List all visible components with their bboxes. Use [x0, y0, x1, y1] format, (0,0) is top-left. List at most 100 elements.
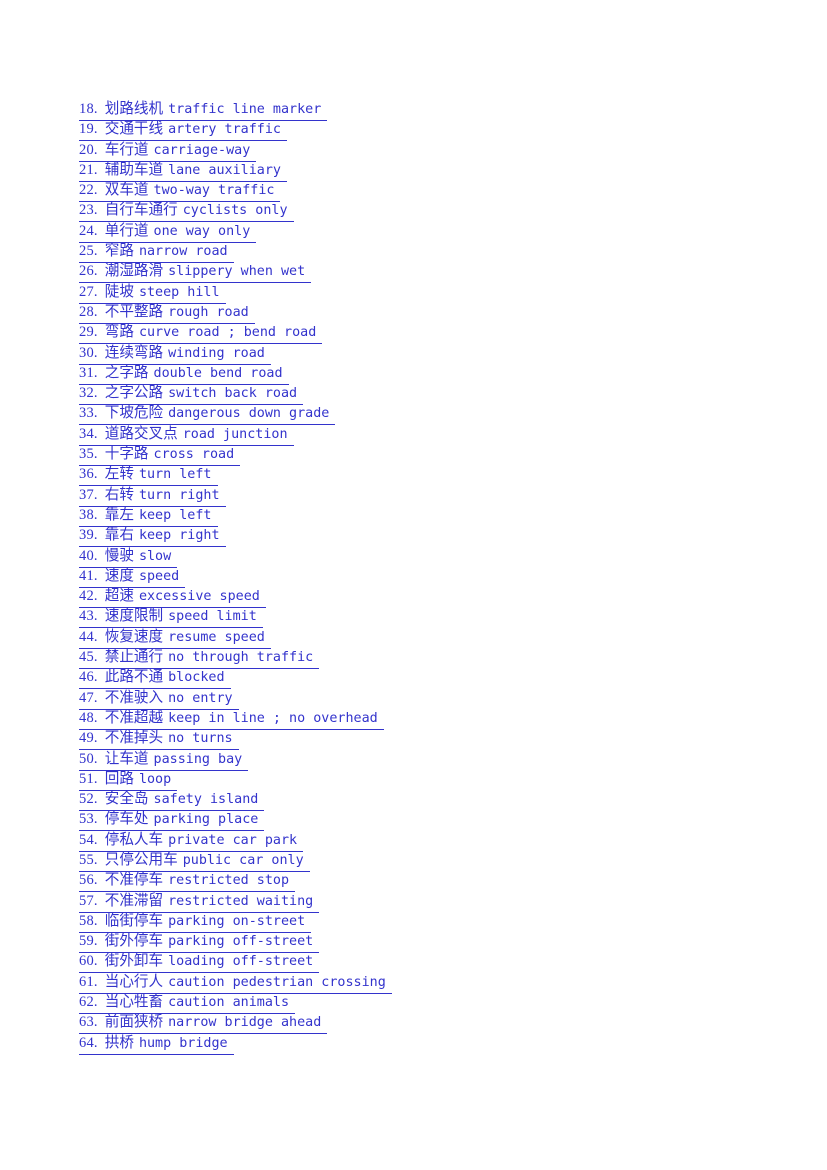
glossary-entry-link[interactable]: 60. 街外卸车 loading off-street	[79, 952, 320, 974]
entry-term-chinese: 交通干线	[104, 120, 164, 138]
entry-term-chinese: 连续弯路	[104, 343, 164, 361]
entry-term-chinese: 左转	[104, 465, 134, 483]
entry-term-chinese: 当心行人	[104, 972, 164, 990]
entry-number: 52.	[79, 791, 98, 808]
glossary-entry-link[interactable]: 59. 街外停车 parking off-street	[79, 932, 320, 954]
glossary-entry-link[interactable]: 29. 弯路 curve road ; bend road	[79, 323, 323, 345]
entry-term-chinese: 当心牲畜	[104, 993, 164, 1011]
glossary-entry-link[interactable]: 31. 之字路 double bend road	[79, 364, 289, 385]
entry-number: 36.	[79, 466, 98, 483]
glossary-entry-link[interactable]: 52. 安全岛 safety island	[79, 790, 265, 812]
entry-number: 33.	[79, 405, 98, 422]
list-item: 53. 停车处 parking place	[79, 809, 779, 832]
entry-term-chinese: 窄路	[104, 242, 134, 260]
glossary-entry-link[interactable]: 18. 划路线机 traffic line marker	[79, 100, 328, 121]
glossary-entry-link[interactable]: 46. 此路不通 blocked	[79, 668, 231, 690]
glossary-entry-link[interactable]: 53. 停车处 parking place	[79, 810, 265, 832]
glossary-entry-link[interactable]: 45. 禁止通行 no through traffic	[79, 648, 320, 670]
entry-number: 35.	[79, 446, 98, 463]
entry-term-english: lane auxiliary	[168, 162, 281, 178]
entry-term-chinese: 双车道	[104, 181, 149, 199]
glossary-entry-link[interactable]: 39. 靠右 keep right	[79, 526, 226, 548]
glossary-entry-link[interactable]: 61. 当心行人 caution pedestrian crossing	[79, 973, 392, 994]
list-item: 49. 不准掉头 no turns	[79, 728, 779, 751]
entry-term-chinese: 辅助车道	[104, 160, 164, 178]
list-item: 34. 道路交叉点 road junction	[79, 424, 779, 446]
glossary-entry-link[interactable]: 43. 速度限制 speed limit	[79, 607, 263, 629]
entry-term-english: loop	[138, 771, 172, 787]
glossary-entry-link[interactable]: 38. 靠左 keep left	[79, 506, 218, 527]
list-item: 54. 停私人车 private car park	[79, 830, 779, 852]
list-item: 64. 拱桥 hump bridge	[79, 1033, 779, 1055]
entry-number: 28.	[79, 303, 98, 320]
entry-term-english: slow	[138, 548, 172, 564]
entry-term-english: keep in line ; no overhead	[168, 710, 378, 726]
glossary-entry-link[interactable]: 28. 不平整路 rough road	[79, 303, 255, 324]
glossary-entry-link[interactable]: 47. 不准驶入 no entry	[79, 689, 239, 710]
glossary-entry-link[interactable]: 62. 当心牲畜 caution animals	[79, 993, 296, 1015]
glossary-entry-link[interactable]: 58. 临街停车 parking on-street	[79, 912, 312, 933]
list-item: 51. 回路 loop	[79, 769, 779, 791]
entry-number: 30.	[79, 344, 98, 361]
list-item: 41. 速度 speed	[79, 566, 779, 588]
glossary-entry-link[interactable]: 34. 道路交叉点 road junction	[79, 425, 294, 446]
entry-term-english: cyclists only	[182, 203, 288, 219]
glossary-entry-link[interactable]: 22. 双车道 two-way traffic	[79, 181, 281, 203]
entry-term-english: road junction	[182, 426, 288, 442]
glossary-entry-link[interactable]: 27. 陡坡 steep hill	[79, 283, 226, 304]
entry-term-chinese: 拱桥	[104, 1033, 134, 1051]
glossary-entry-link[interactable]: 49. 不准掉头 no turns	[79, 729, 239, 751]
glossary-entry-link[interactable]: 42. 超速 excessive speed	[79, 587, 266, 609]
list-item: 38. 靠左 keep left	[79, 505, 779, 527]
entry-term-english: switch back road	[168, 386, 298, 402]
glossary-entry-link[interactable]: 55. 只停公用车 public car only	[79, 851, 310, 872]
entry-number: 63.	[79, 1014, 98, 1031]
glossary-entry-link[interactable]: 26. 潮湿路滑 slippery when wet	[79, 262, 312, 284]
glossary-entry-link[interactable]: 21. 辅助车道 lane auxiliary	[79, 161, 287, 182]
entry-term-chinese: 十字路	[104, 445, 149, 463]
entry-term-english: turn right	[138, 487, 220, 503]
entry-term-english: private car park	[168, 832, 298, 848]
glossary-entry-link[interactable]: 20. 车行道 carriage-way	[79, 141, 257, 162]
glossary-entry-link[interactable]: 41. 速度 speed	[79, 567, 186, 588]
glossary-entry-link[interactable]: 48. 不准超越 keep in line ; no overhead	[79, 709, 384, 730]
entry-number: 39.	[79, 527, 98, 544]
entry-term-chinese: 不准超越	[104, 708, 164, 726]
entry-term-english: curve road ; bend road	[138, 325, 317, 341]
glossary-entry-link[interactable]: 25. 窄路 narrow road	[79, 242, 234, 264]
entry-term-chinese: 不准掉头	[104, 729, 164, 747]
entry-term-chinese: 靠左	[104, 505, 134, 523]
glossary-entry-link[interactable]: 24. 单行道 one way only	[79, 222, 257, 243]
entry-term-english: passing bay	[153, 751, 243, 767]
entry-number: 26.	[79, 263, 98, 280]
entry-term-chinese: 回路	[104, 769, 134, 787]
list-item: 56. 不准停车 restricted stop	[79, 870, 779, 893]
entry-term-english: cross road	[153, 447, 235, 463]
glossary-entry-link[interactable]: 36. 左转 turn left	[79, 465, 218, 487]
glossary-entry-link[interactable]: 50. 让车道 passing bay	[79, 750, 249, 771]
glossary-entry-link[interactable]: 54. 停私人车 private car park	[79, 831, 304, 852]
glossary-entry-link[interactable]: 33. 下坡危险 dangerous down grade	[79, 404, 336, 426]
glossary-entry-link[interactable]: 37. 右转 turn right	[79, 486, 226, 507]
entry-term-chinese: 速度限制	[104, 607, 164, 625]
glossary-entry-link[interactable]: 32. 之字公路 switch back road	[79, 384, 304, 406]
entry-term-chinese: 慢驶	[104, 546, 134, 564]
glossary-entry-link[interactable]: 30. 连续弯路 winding road	[79, 344, 271, 365]
glossary-entry-link[interactable]: 40. 慢驶 slow	[79, 546, 178, 568]
glossary-entry-link[interactable]: 23. 自行车通行 cyclists only	[79, 201, 294, 223]
glossary-entry-link[interactable]: 64. 拱桥 hump bridge	[79, 1034, 234, 1055]
list-item: 19. 交通干线 artery traffic	[79, 119, 779, 142]
glossary-entry-link[interactable]: 35. 十字路 cross road	[79, 445, 241, 467]
glossary-entry-link[interactable]: 19. 交通干线 artery traffic	[79, 120, 287, 142]
list-item: 23. 自行车通行 cyclists only	[79, 200, 779, 223]
glossary-entry-link[interactable]: 63. 前面狭桥 narrow bridge ahead	[79, 1013, 328, 1035]
list-item: 29. 弯路 curve road ; bend road	[79, 322, 779, 345]
entry-number: 45.	[79, 649, 98, 666]
glossary-entry-link[interactable]: 51. 回路 loop	[79, 769, 178, 791]
glossary-entry-link[interactable]: 57. 不准滞留 restricted waiting	[79, 891, 320, 913]
glossary-entry-link[interactable]: 56. 不准停车 restricted stop	[79, 871, 296, 893]
list-item: 58. 临街停车 parking on-street	[79, 911, 779, 933]
glossary-entry-link[interactable]: 44. 恢复速度 resume speed	[79, 628, 271, 649]
entry-number: 46.	[79, 669, 98, 686]
entry-term-chinese: 不准滞留	[104, 891, 164, 909]
